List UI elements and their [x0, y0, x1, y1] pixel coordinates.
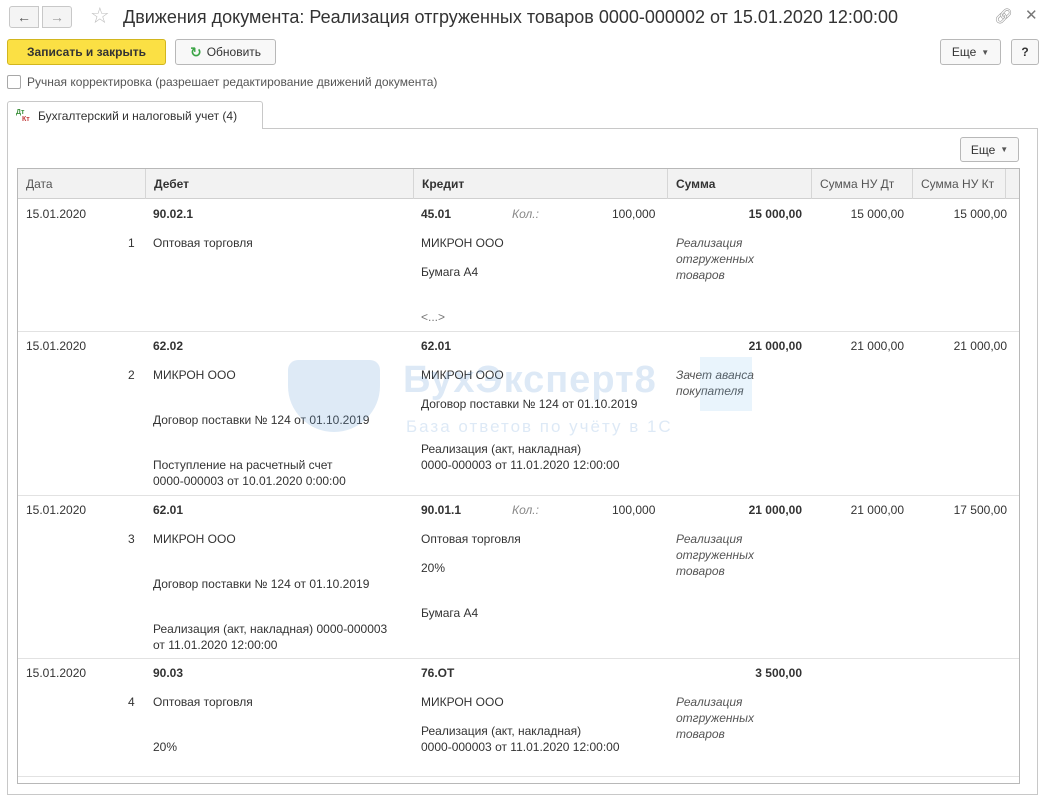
amount-nu-dt: 21 000,00 — [850, 503, 904, 517]
amount-nu-dt: 15 000,00 — [850, 207, 904, 221]
col-credit[interactable]: Кредит — [414, 169, 668, 199]
row-number: 4 — [128, 695, 135, 709]
quantity-label: Кол.: — [512, 207, 539, 221]
row-number: 2 — [128, 368, 135, 382]
content: Реализация отгруженных товаров — [676, 236, 754, 282]
content: Зачет аванса покупателя — [676, 368, 754, 398]
col-debit[interactable]: Дебет — [146, 169, 414, 199]
credit-account: 90.01.1 — [421, 503, 462, 517]
debit-account: 90.03 — [153, 666, 184, 680]
manual-correction-label[interactable]: Ручная корректировка (разрешает редактир… — [27, 75, 437, 89]
panel-more-button[interactable]: Еще ▼ — [960, 137, 1019, 162]
credit-subconto: 0000-000003 от 11.01.2020 12:00:00 — [421, 740, 620, 754]
help-button[interactable]: ? — [1011, 39, 1039, 65]
table-header: Дата Дебет Кредит Сумма Сумма НУ Дт Сумм… — [18, 169, 1019, 199]
debit-subconto: Поступление на расчетный счет — [153, 458, 333, 472]
forward-button[interactable]: → — [42, 6, 72, 28]
credit-subconto: МИКРОН ООО — [421, 368, 504, 382]
credit-subconto: Бумага А4 — [421, 265, 479, 279]
close-icon[interactable]: ✕ — [1025, 6, 1038, 24]
debit-subconto: Договор поставки № 124 от 01.10.2019 — [153, 413, 370, 427]
debit-subconto: МИКРОН ООО — [153, 532, 236, 546]
row-date: 15.01.2020 — [26, 503, 87, 517]
row-date: 15.01.2020 — [26, 339, 87, 353]
back-button[interactable]: ← — [9, 6, 39, 28]
link-icon[interactable]: 🔗︎ — [994, 7, 1013, 25]
debit-subconto: Договор поставки № 124 от 01.10.2019 — [153, 577, 370, 591]
content: Реализация отгруженных товаров — [676, 695, 754, 741]
col-nu-kt[interactable]: Сумма НУ Кт — [913, 169, 1006, 199]
credit-subconto: МИКРОН ООО — [421, 236, 504, 250]
credit-subconto: Оптовая торговля — [421, 532, 521, 546]
credit-account: 62.01 — [421, 339, 452, 353]
refresh-label: Обновить — [206, 45, 262, 59]
amount: 21 000,00 — [748, 503, 802, 517]
amount-nu-kt: 15 000,00 — [953, 207, 1007, 221]
row-divider — [18, 658, 1019, 659]
row-number: 3 — [128, 532, 135, 546]
debit-subconto: Реализация (акт, накладная) 0000-000003 — [153, 622, 388, 636]
row-date: 15.01.2020 — [26, 666, 87, 680]
quantity-value: 100,000 — [612, 503, 656, 517]
title-bar: ← → ☆ Движения документа: Реализация отг… — [0, 0, 1042, 36]
row-divider — [18, 495, 1019, 496]
debit-account: 62.02 — [153, 339, 184, 353]
row-divider — [18, 776, 1019, 777]
more-button[interactable]: Еще ▼ — [940, 39, 1001, 65]
more-label: Еще — [951, 45, 977, 59]
debit-subconto: МИКРОН ООО — [153, 368, 236, 382]
col-amount[interactable]: Сумма — [668, 169, 812, 199]
credit-more[interactable]: <...> — [421, 309, 445, 325]
col-nu-dt[interactable]: Сумма НУ Дт — [812, 169, 913, 199]
quantity-label: Кол.: — [512, 503, 539, 517]
arrow-right-icon: → — [50, 9, 64, 25]
credit-subconto: 20% — [421, 561, 446, 575]
row-number: 1 — [128, 236, 135, 250]
credit-subconto: Реализация (акт, накладная) — [421, 442, 582, 456]
amount: 15 000,00 — [748, 207, 802, 221]
panel-more-label: Еще — [970, 142, 996, 157]
credit-subconto: Договор поставки № 124 от 01.10.2019 — [421, 397, 638, 411]
amount: 3 500,00 — [755, 666, 802, 680]
debit-account: 90.02.1 — [153, 207, 194, 221]
window-title: Движения документа: Реализация отгруженн… — [123, 7, 898, 27]
debit-subconto: Оптовая торговля — [153, 695, 253, 709]
caret-down-icon: ▼ — [1000, 145, 1009, 154]
row-date: 15.01.2020 — [26, 207, 87, 221]
amount-nu-kt: 21 000,00 — [953, 339, 1007, 353]
debit-subconto: 0000-000003 от 10.01.2020 0:00:00 — [153, 474, 346, 488]
dt-kt-icon: Дт Кт — [16, 108, 30, 123]
manual-correction-checkbox[interactable] — [7, 75, 21, 89]
refresh-button[interactable]: ↻ Обновить — [175, 39, 276, 65]
tab-accounting[interactable]: Дт Кт Бухгалтерский и налоговый учет (4) — [7, 101, 263, 129]
credit-subconto: Реализация (акт, накладная) — [421, 724, 582, 738]
star-icon[interactable]: ☆ — [90, 4, 110, 28]
credit-subconto: Бумага А4 — [421, 606, 479, 620]
row-divider — [18, 331, 1019, 332]
credit-subconto: МИКРОН ООО — [421, 695, 504, 709]
debit-subconto: Оптовая торговля — [153, 236, 253, 250]
refresh-icon: ↻ — [189, 43, 202, 60]
movements-table[interactable]: Дата Дебет Кредит Сумма Сумма НУ Дт Сумм… — [17, 168, 1020, 784]
credit-subconto: 0000-000003 от 11.01.2020 12:00:00 — [421, 458, 620, 472]
quantity-value: 100,000 — [612, 207, 656, 221]
amount: 21 000,00 — [748, 339, 802, 353]
content: Реализация отгруженных товаров — [676, 532, 754, 578]
debit-subconto: 20% — [153, 740, 178, 754]
credit-account: 45.01 — [421, 207, 452, 221]
arrow-left-icon: ← — [17, 9, 31, 25]
debit-account: 62.01 — [153, 503, 184, 517]
save-and-close-button[interactable]: Записать и закрыть — [7, 39, 166, 65]
amount-nu-kt: 17 500,00 — [953, 503, 1007, 517]
amount-nu-dt: 21 000,00 — [850, 339, 904, 353]
col-date[interactable]: Дата — [18, 169, 146, 199]
tab-label: Бухгалтерский и налоговый учет (4) — [38, 108, 238, 123]
debit-subconto: от 11.01.2020 12:00:00 — [153, 638, 278, 652]
caret-down-icon: ▼ — [981, 47, 990, 57]
manual-correction-row: Ручная корректировка (разрешает редактир… — [7, 75, 437, 89]
credit-account: 76.ОТ — [421, 666, 455, 680]
